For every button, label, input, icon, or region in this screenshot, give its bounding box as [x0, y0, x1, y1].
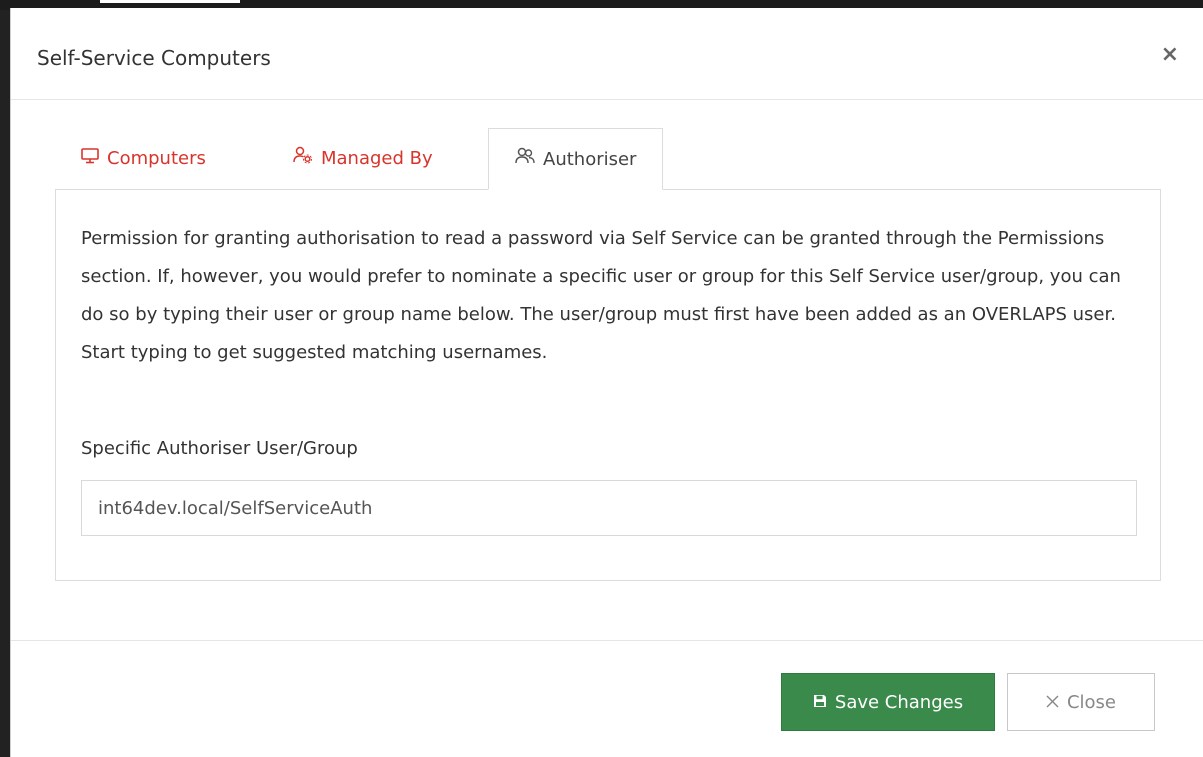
monitor-icon	[81, 128, 99, 190]
close-icon[interactable]: ×	[1161, 44, 1179, 66]
tab-managed-by[interactable]: Managed By	[267, 128, 459, 190]
authoriser-tab-pane: Permission for granting authorisation to…	[55, 189, 1161, 581]
authoriser-input[interactable]	[81, 480, 1137, 536]
modal-footer: Save Changes Close	[11, 640, 1203, 757]
tab-computers-label: Computers	[107, 148, 206, 169]
tab-computers[interactable]: Computers	[55, 128, 232, 190]
close-button[interactable]: Close	[1007, 673, 1155, 731]
tab-bar: Computers Managed By Authoriser	[55, 128, 1161, 190]
self-service-modal: Self-Service Computers × Computers Manag…	[10, 8, 1203, 757]
tab-managed-by-label: Managed By	[321, 148, 433, 169]
save-icon	[813, 692, 827, 713]
x-icon	[1046, 692, 1059, 713]
users-icon	[515, 129, 535, 191]
modal-header: Self-Service Computers ×	[11, 8, 1203, 100]
tab-authoriser[interactable]: Authoriser	[488, 128, 664, 191]
authoriser-field-label: Specific Authoriser User/Group	[81, 438, 358, 459]
backdrop-highlight	[100, 0, 240, 3]
modal-title: Self-Service Computers	[37, 46, 271, 70]
user-gear-icon	[293, 128, 313, 190]
save-changes-label: Save Changes	[834, 691, 964, 713]
close-label: Close	[1066, 691, 1117, 713]
save-changes-button[interactable]: Save Changes	[781, 673, 995, 731]
tab-authoriser-label: Authoriser	[543, 149, 637, 170]
authoriser-description: Permission for granting authorisation to…	[81, 228, 1121, 363]
